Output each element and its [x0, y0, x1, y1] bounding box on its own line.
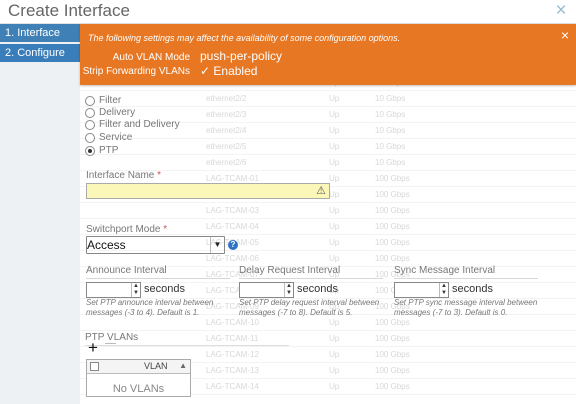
divider: [85, 345, 289, 346]
divider: [239, 278, 383, 279]
switchport-mode-value: Access: [87, 238, 126, 252]
wizard-step-interface[interactable]: 1. Interface: [0, 24, 80, 42]
wizard-step-configure[interactable]: 2. Configure: [0, 44, 80, 62]
interface-name-label: Interface Name *: [86, 170, 161, 181]
radio-delivery-label: Delivery: [99, 107, 136, 118]
vlan-column-header[interactable]: VLAN: [144, 361, 168, 371]
radio-ptp-label: PTP: [99, 145, 119, 156]
sync-message-interval-label: Sync Message Interval: [394, 265, 496, 276]
interface-name-input[interactable]: ⚠: [86, 183, 330, 199]
announce-interval-label: Announce Interval: [86, 265, 167, 276]
delay-request-interval-hint: Set PTP delay request interval between m…: [239, 298, 380, 317]
auto-vlan-mode-label: Auto VLAN Mode: [112, 52, 190, 63]
ptp-vlans-table: VLAN ▲ No VLANs: [86, 359, 191, 397]
help-icon[interactable]: ?: [228, 240, 238, 250]
sync-message-interval-input[interactable]: ▲ ▼: [394, 282, 449, 298]
warning-close-icon[interactable]: ×: [561, 27, 569, 43]
seconds-label: seconds: [452, 283, 493, 295]
vlan-table-header: VLAN ▲: [87, 360, 190, 374]
window-titlebar: Create Interface ×: [0, 0, 576, 24]
delay-request-interval-label: Delay Request Interval: [239, 265, 341, 276]
radio-filter-and-delivery-label: Filter and Delivery: [99, 119, 180, 130]
window-title: Create Interface: [8, 1, 130, 20]
required-mark: *: [157, 170, 162, 181]
seconds-label: seconds: [297, 283, 338, 295]
announce-interval-hint: Set PTP announce interval between messag…: [86, 298, 214, 317]
sort-up-icon[interactable]: ▲: [179, 361, 187, 370]
remove-icon[interactable]: [105, 343, 116, 344]
switchport-mode-label-text: Switchport Mode: [86, 224, 161, 235]
strip-forwarding-vlans-label: Strip Forwarding VLANs: [82, 66, 190, 77]
radio-button[interactable]: [85, 120, 95, 130]
spinner-icon[interactable]: ▲ ▼: [439, 283, 448, 297]
delay-request-interval-input[interactable]: ▲ ▼: [239, 282, 294, 298]
announce-interval: Announce Interval ▲ ▼ seconds Set PTP ann…: [86, 265, 230, 327]
wizard-sidebar: [0, 24, 80, 404]
required-mark: *: [163, 224, 168, 235]
divider: [394, 278, 538, 279]
configuration-form: Filter Delivery Filter and Delivery Serv…: [80, 85, 576, 404]
chevron-down-icon[interactable]: ▼: [210, 237, 224, 253]
sync-message-interval: Sync Message Interval ▲ ▼ seconds Set PTP…: [394, 265, 538, 327]
radio-button[interactable]: [85, 96, 95, 106]
delay-request-interval: Delay Request Interval ▲ ▼ seconds Set PT…: [239, 265, 383, 327]
radio-button[interactable]: [85, 108, 95, 118]
close-icon[interactable]: ×: [552, 1, 570, 21]
interface-name-label-text: Interface Name: [86, 170, 155, 181]
spinner-icon[interactable]: ▲ ▼: [284, 283, 293, 297]
radio-button[interactable]: [85, 133, 95, 143]
announce-interval-input[interactable]: ▲ ▼: [86, 282, 141, 298]
auto-vlan-mode-value: push-per-policy: [200, 49, 283, 63]
warning-triangle-icon: ⚠: [316, 185, 326, 197]
seconds-label: seconds: [144, 283, 185, 295]
warning-banner: The following settings may affect the av…: [80, 24, 576, 85]
add-icon[interactable]: +: [88, 339, 98, 356]
switchport-mode-select[interactable]: Access ▼: [86, 236, 225, 254]
sync-message-interval-hint: Set PTP sync message interval between me…: [394, 298, 538, 317]
select-all-checkbox[interactable]: [90, 362, 99, 371]
divider: [86, 278, 230, 279]
warning-message: The following settings may affect the av…: [88, 33, 401, 43]
radio-filter-label: Filter: [99, 95, 122, 106]
empty-state: No VLANs: [112, 383, 165, 395]
switchport-mode-label: Switchport Mode *: [86, 224, 167, 235]
radio-service-label: Service: [99, 132, 133, 143]
radio-button-selected[interactable]: [85, 146, 95, 156]
strip-forwarding-vlans-value: ✓ Enabled: [200, 64, 258, 78]
spinner-icon[interactable]: ▲ ▼: [131, 283, 140, 297]
